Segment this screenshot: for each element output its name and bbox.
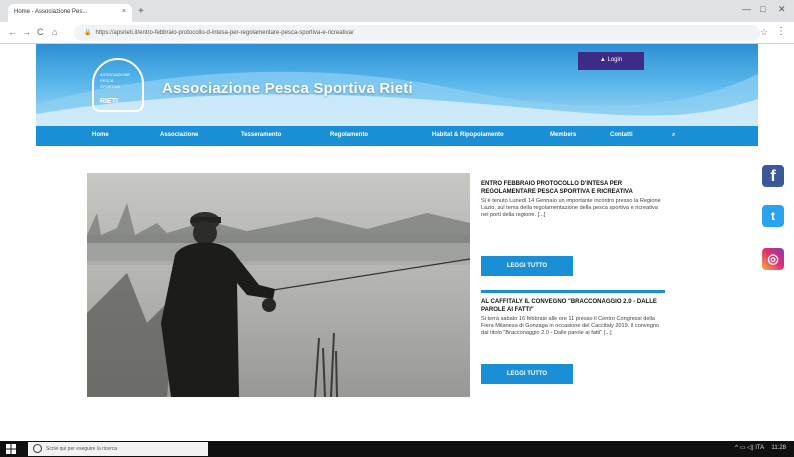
nav-tesseramento[interactable]: Tesseramento: [241, 132, 281, 138]
maximize-button[interactable]: □: [760, 4, 765, 14]
nav-contatti[interactable]: Contatti: [610, 132, 633, 138]
facebook-icon[interactable]: f: [762, 165, 784, 187]
nav-home[interactable]: Home: [92, 132, 109, 138]
back-icon[interactable]: ←: [8, 27, 17, 37]
twitter-icon[interactable]: t: [762, 205, 784, 227]
search-icon[interactable]: ⌕: [672, 132, 675, 139]
nav-members[interactable]: Members: [550, 132, 576, 138]
nav-associazione[interactable]: Associazione: [160, 132, 198, 138]
close-window-button[interactable]: ✕: [778, 4, 786, 15]
reload-icon[interactable]: C: [37, 27, 44, 37]
browser-menu-icon[interactable]: ⋮: [776, 26, 786, 37]
url-text: https://apsrieti.it/entro-febbraio-proto…: [95, 30, 354, 36]
url-input[interactable]: 🔒 https://apsrieti.it/entro-febbraio-prot…: [74, 25, 760, 41]
new-tab-button[interactable]: +: [138, 6, 144, 17]
clock[interactable]: 11:28: [771, 445, 786, 451]
login-button[interactable]: ▲ Login: [578, 52, 644, 70]
site-title[interactable]: Associazione Pesca Sportiva Rieti: [162, 80, 413, 97]
tray-icons[interactable]: ^ ▭ ◁) ITA: [735, 445, 764, 451]
browser-tab[interactable]: Home - Associazione Pes... ×: [8, 4, 132, 22]
address-bar-row: ← → C ⌂ 🔒 https://apsrieti.it/entro-febbr…: [0, 22, 794, 44]
article-2: Al Caffitaly il convegno "Bracconaggio 2…: [481, 298, 663, 337]
article-1: Entro febbraio protocollo d'intesa per r…: [481, 180, 663, 219]
article-divider: [481, 290, 665, 293]
article-title[interactable]: Al Caffitaly il convegno "Bracconaggio 2…: [481, 298, 663, 314]
home-icon[interactable]: ⌂: [52, 27, 57, 37]
forward-icon[interactable]: →: [22, 27, 31, 37]
windows-start-icon[interactable]: [6, 444, 16, 454]
nav-regolamento[interactable]: Regolamento: [330, 132, 368, 138]
bookmark-star-icon[interactable]: ☆: [760, 27, 768, 38]
read-more-button[interactable]: LEGGI TUTTO: [481, 256, 573, 276]
site-header: ASSOCIAZIONE PESCA SPORTIVA RIETI Associ…: [36, 44, 758, 126]
tab-close-icon[interactable]: ×: [122, 8, 126, 15]
instagram-icon[interactable]: ◎: [762, 248, 784, 270]
article-excerpt: Si terrà sabato 16 febbraio alle ore 11 …: [481, 316, 660, 336]
browser-tab-strip: Home - Associazione Pes... × + — □ ✕: [0, 0, 794, 22]
read-more-button[interactable]: LEGGI TUTTO: [481, 364, 573, 384]
featured-photo[interactable]: [87, 173, 470, 397]
main-navigation: Home Associazione Tesseramento Regolamen…: [36, 126, 758, 146]
taskbar-search-input[interactable]: Scrivi qui per eseguire la ricerca: [28, 442, 208, 456]
minimize-button[interactable]: —: [742, 4, 751, 14]
tab-title: Home - Associazione Pes...: [14, 9, 88, 15]
site-logo[interactable]: ASSOCIAZIONE PESCA SPORTIVA RIETI: [92, 58, 144, 112]
nav-habitat[interactable]: Habitat & Ripopolamento: [432, 132, 504, 138]
os-taskbar: Scrivi qui per eseguire la ricerca ^ ▭ ◁…: [0, 441, 794, 457]
article-excerpt: Si è tenuto Lunedì 14 Gennaio un importa…: [481, 198, 661, 218]
article-title[interactable]: Entro febbraio protocollo d'intesa per r…: [481, 180, 663, 196]
cortana-icon: [33, 444, 42, 453]
lock-icon: 🔒: [84, 30, 92, 36]
system-tray[interactable]: ^ ▭ ◁) ITA 11:28: [735, 444, 786, 451]
